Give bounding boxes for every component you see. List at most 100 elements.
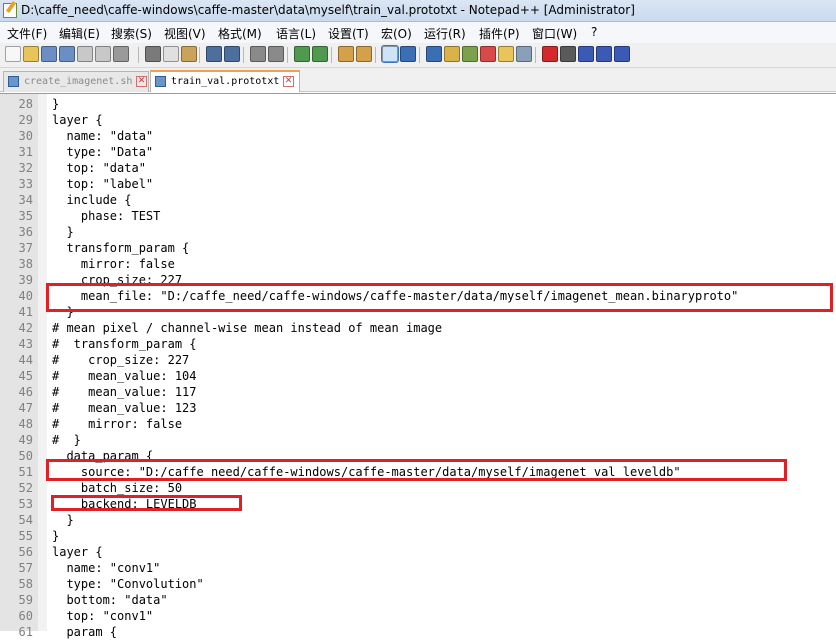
line-text[interactable]: type: "Convolution" <box>52 576 203 592</box>
line-text[interactable]: } <box>52 528 59 544</box>
line-text[interactable]: # } <box>52 432 81 448</box>
code-line[interactable]: 43 # transform_param { <box>0 336 836 352</box>
line-text[interactable]: # crop_size: 227 <box>52 352 189 368</box>
copy-icon[interactable] <box>163 46 179 62</box>
code-line[interactable]: 33 top: "label" <box>0 176 836 192</box>
line-text[interactable]: } <box>52 512 73 528</box>
line-text[interactable]: # mean_value: 104 <box>52 368 197 384</box>
undo-icon[interactable] <box>206 46 222 62</box>
code-line[interactable]: 59 bottom: "data" <box>0 592 836 608</box>
line-text[interactable]: # mean_value: 117 <box>52 384 197 400</box>
paste-icon[interactable] <box>181 46 197 62</box>
menu-run[interactable]: 运行(R) <box>424 25 466 42</box>
line-text[interactable]: bottom: "data" <box>52 592 167 608</box>
line-text[interactable]: type: "Data" <box>52 144 153 160</box>
code-line[interactable]: 36 } <box>0 224 836 240</box>
code-line[interactable]: 61 param { <box>0 624 836 640</box>
code-line[interactable]: 57 name: "conv1" <box>0 560 836 576</box>
line-text[interactable]: # mean_value: 123 <box>52 400 197 416</box>
print-icon[interactable] <box>113 46 129 62</box>
function-list-icon[interactable] <box>480 46 496 62</box>
line-text[interactable]: # mean pixel / channel-wise mean instead… <box>52 320 442 336</box>
menu-macro[interactable]: 宏(O) <box>381 25 412 42</box>
line-text[interactable]: transform_param { <box>52 240 189 256</box>
sync-horizontal-icon[interactable] <box>356 46 372 62</box>
code-line[interactable]: 55} <box>0 528 836 544</box>
close-tab-icon[interactable]: ✕ <box>283 76 294 87</box>
line-text[interactable]: top: "data" <box>52 160 145 176</box>
sync-vertical-icon[interactable] <box>338 46 354 62</box>
menu-plugins[interactable]: 插件(P) <box>479 25 520 42</box>
line-text[interactable]: } <box>52 224 73 240</box>
code-line[interactable]: 58 type: "Convolution" <box>0 576 836 592</box>
code-line[interactable]: 34 include { <box>0 192 836 208</box>
code-line[interactable]: 48 # mirror: false <box>0 416 836 432</box>
user-defined-language-icon[interactable] <box>444 46 460 62</box>
stop-recording-icon[interactable] <box>560 46 576 62</box>
menu-file[interactable]: 文件(F) <box>7 25 47 42</box>
zoom-in-icon[interactable] <box>294 46 310 62</box>
line-text[interactable]: top: "conv1" <box>52 608 153 624</box>
code-line[interactable]: 42 # mean pixel / channel-wise mean inste… <box>0 320 836 336</box>
menu-format[interactable]: 格式(M) <box>218 25 262 42</box>
menu-settings[interactable]: 设置(T) <box>328 25 369 42</box>
code-line[interactable]: 44 # crop_size: 227 <box>0 352 836 368</box>
show-all-chars-icon[interactable] <box>400 46 416 62</box>
code-line[interactable]: 28} <box>0 96 836 112</box>
close-icon[interactable] <box>77 46 93 62</box>
word-wrap-icon[interactable] <box>381 45 399 63</box>
tab-train-val[interactable]: train_val.prototxt ✕ <box>150 70 300 92</box>
menu-window[interactable]: 窗口(W) <box>532 25 577 42</box>
document-map-icon[interactable] <box>462 46 478 62</box>
code-line[interactable]: 60 top: "conv1" <box>0 608 836 624</box>
redo-icon[interactable] <box>224 46 240 62</box>
menu-view[interactable]: 视图(V) <box>164 25 206 42</box>
new-file-icon[interactable] <box>5 46 21 62</box>
close-all-icon[interactable] <box>95 46 111 62</box>
line-text[interactable]: layer { <box>52 112 103 128</box>
code-line[interactable]: 47 # mean_value: 123 <box>0 400 836 416</box>
replace-icon[interactable] <box>268 46 284 62</box>
code-line[interactable]: 29 layer { <box>0 112 836 128</box>
code-line[interactable]: 54 } <box>0 512 836 528</box>
save-icon[interactable] <box>41 46 57 62</box>
line-text[interactable]: top: "label" <box>52 176 153 192</box>
line-text[interactable]: # mirror: false <box>52 416 182 432</box>
monitoring-icon[interactable] <box>516 46 532 62</box>
line-text[interactable]: name: "data" <box>52 128 153 144</box>
menu-edit[interactable]: 编辑(E) <box>59 25 100 42</box>
code-line[interactable]: 37 transform_param { <box>0 240 836 256</box>
line-text[interactable]: } <box>52 96 59 112</box>
find-icon[interactable] <box>250 46 266 62</box>
close-tab-icon[interactable]: ✕ <box>136 76 147 87</box>
menu-help[interactable]: ? <box>591 25 597 39</box>
code-line[interactable]: 35 phase: TEST <box>0 208 836 224</box>
folder-as-workspace-icon[interactable] <box>498 46 514 62</box>
play-macro-icon[interactable] <box>578 46 594 62</box>
line-text[interactable]: include { <box>52 192 131 208</box>
run-macro-multiple-icon[interactable] <box>596 46 612 62</box>
record-macro-icon[interactable] <box>542 46 558 62</box>
indent-guide-icon[interactable] <box>426 46 442 62</box>
menu-language[interactable]: 语言(L) <box>276 25 316 42</box>
line-text[interactable]: mirror: false <box>52 256 175 272</box>
tab-create-imagenet[interactable]: create_imagenet.sh ✕ <box>3 71 149 92</box>
code-line[interactable]: 46 # mean_value: 117 <box>0 384 836 400</box>
editor-pane[interactable]: 28} 29 layer {30 name: "data" 31 type: "Dat… <box>0 93 836 639</box>
code-line[interactable]: 30 name: "data" <box>0 128 836 144</box>
code-line[interactable]: 49 # } <box>0 432 836 448</box>
code-line[interactable]: 32 top: "data" <box>0 160 836 176</box>
line-text[interactable]: param { <box>52 624 117 640</box>
open-file-icon[interactable] <box>23 46 39 62</box>
code-line[interactable]: 52 batch_size: 50 <box>0 480 836 496</box>
code-line[interactable]: 38 mirror: false <box>0 256 836 272</box>
save-all-icon[interactable] <box>59 46 75 62</box>
cut-icon[interactable] <box>145 46 161 62</box>
save-macro-icon[interactable] <box>614 46 630 62</box>
line-text[interactable]: # transform_param { <box>52 336 197 352</box>
code-line[interactable]: 45 # mean_value: 104 <box>0 368 836 384</box>
line-text[interactable]: layer { <box>52 544 103 560</box>
line-text[interactable]: name: "conv1" <box>52 560 160 576</box>
line-text[interactable]: phase: TEST <box>52 208 160 224</box>
zoom-out-icon[interactable] <box>312 46 328 62</box>
